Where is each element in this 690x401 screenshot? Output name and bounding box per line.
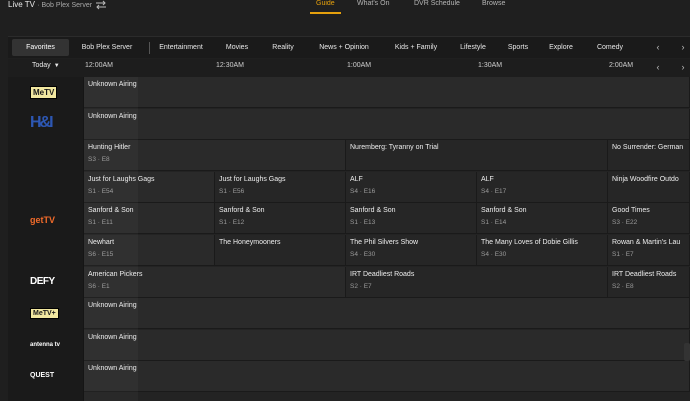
program-cell[interactable]: Unknown Airing	[84, 109, 690, 140]
program-cell[interactable]: The Honeymooners	[215, 235, 346, 266]
category-bob-plex-server[interactable]: Bob Plex Server	[70, 37, 144, 58]
program-cell[interactable]: No Surrender: German	[608, 140, 690, 171]
time-label: 2:00AM	[609, 62, 634, 69]
program-cell[interactable]: Just for Laughs Gags S1 · E54	[84, 172, 215, 203]
category-explore[interactable]: Explore	[544, 37, 578, 58]
category-news-opinion[interactable]: News + Opinion	[312, 37, 376, 58]
program-cell[interactable]: Sanford & Son S1 · E12	[215, 203, 346, 234]
program-cell[interactable]: Unknown Airing	[84, 330, 690, 361]
metv-plus-logo: MeTV+	[30, 308, 59, 319]
channel-row-hi[interactable]: H&I	[8, 109, 84, 140]
scrollbar-thumb[interactable]	[684, 343, 690, 361]
channel-row-gettv[interactable]: getTV	[8, 203, 84, 235]
program-cell[interactable]: ALF S4 · E17	[477, 172, 608, 203]
chevron-down-icon: ▼	[53, 63, 60, 69]
category-favorites[interactable]: Favorites	[12, 39, 69, 56]
channel-row-metv-plus[interactable]: MeTV+	[8, 298, 84, 330]
tab-dvr-schedule[interactable]: DVR Schedule	[414, 0, 460, 14]
category-sports[interactable]: Sports	[502, 37, 534, 58]
program-cell[interactable]: Sanford & Son S1 · E11	[84, 203, 215, 234]
tab-browse[interactable]: Browse	[482, 0, 505, 14]
time-label: 1:00AM	[347, 62, 372, 69]
program-cell[interactable]: Just for Laughs Gags S1 · E56	[215, 172, 346, 203]
app-title: Live TV · Bob Plex Server	[8, 0, 92, 9]
program-cell[interactable]: Nuremberg: Tyranny on Trial	[346, 140, 608, 171]
program-cell[interactable]: Hunting Hitler S3 · E8	[84, 140, 346, 171]
day-selector[interactable]: Today ▼	[32, 62, 60, 69]
category-lifestyle[interactable]: Lifestyle	[454, 37, 492, 58]
channel-row-quest[interactable]: QUEST	[8, 361, 84, 393]
category-entertainment[interactable]: Entertainment	[152, 37, 210, 58]
category-divider	[149, 42, 150, 54]
app-title-label: Live TV	[8, 0, 35, 9]
channel-row-metv[interactable]: MeTV	[8, 77, 84, 109]
category-next-icon[interactable]: ›	[678, 42, 688, 52]
category-movies[interactable]: Movies	[220, 37, 254, 58]
program-cell[interactable]: Sanford & Son S1 · E14	[477, 203, 608, 234]
program-cell[interactable]: IRT Deadliest Roads S2 · E7	[346, 267, 608, 298]
category-bar: Favorites Bob Plex Server Entertainment …	[8, 36, 690, 58]
program-cell[interactable]: IRT Deadliest Roads S2 · E8	[608, 267, 690, 298]
time-label: 12:00AM	[85, 62, 114, 69]
category-prev-icon[interactable]: ‹	[653, 42, 663, 52]
category-comedy[interactable]: Comedy	[590, 37, 630, 58]
hi-logo: H&I	[30, 114, 54, 131]
program-cell[interactable]: Sanford & Son S1 · E13	[346, 203, 477, 234]
program-cell[interactable]: Unknown Airing	[84, 77, 690, 108]
time-label: 12:30AM	[216, 62, 245, 69]
channel-column: MeTV H&I getTV DEFY MeTV+ antenna tv QUE…	[8, 77, 84, 401]
program-cell[interactable]: The Many Loves of Dobie Gillis S4 · E30	[477, 235, 608, 266]
antenna-tv-logo: antenna tv	[30, 342, 61, 348]
gettv-logo: getTV	[30, 215, 56, 225]
guide-grid: MeTV H&I getTV DEFY MeTV+ antenna tv QUE…	[8, 77, 690, 401]
swap-server-icon[interactable]	[95, 0, 107, 10]
program-cell[interactable]: American Pickers S6 · E1	[84, 267, 346, 298]
program-cell[interactable]: Rowan & Martin's Lau S1 · E7	[608, 235, 690, 266]
quest-logo: QUEST	[30, 372, 55, 379]
program-cell[interactable]: Unknown Airing	[84, 361, 690, 392]
program-cell[interactable]: Good Times S3 · E22	[608, 203, 690, 234]
time-prev-icon[interactable]: ‹	[653, 62, 663, 72]
program-cell[interactable]: Newhart S6 · E15	[84, 235, 215, 266]
tab-guide[interactable]: Guide	[310, 0, 341, 14]
program-cell[interactable]: The Phil Silvers Show S4 · E30	[346, 235, 477, 266]
category-kids-family[interactable]: Kids + Family	[388, 37, 444, 58]
channel-row-antenna-tv[interactable]: antenna tv	[8, 330, 84, 361]
program-cell[interactable]: Ninja Woodfire Outdo	[608, 172, 690, 203]
metv-logo: MeTV	[30, 86, 58, 99]
program-cell[interactable]: Unknown Airing	[84, 298, 690, 329]
time-label: 1:30AM	[478, 62, 503, 69]
channel-row-defy[interactable]: DEFY	[8, 267, 84, 298]
program-cell[interactable]: ALF S4 · E16	[346, 172, 477, 203]
server-label[interactable]: · Bob Plex Server	[37, 2, 92, 9]
defy-logo: DEFY	[30, 276, 55, 287]
category-reality[interactable]: Reality	[266, 37, 300, 58]
time-bar: Today ▼ 12:00AM 12:30AM 1:00AM 1:30AM 2:0…	[8, 59, 690, 77]
tab-whats-on[interactable]: What's On	[357, 0, 389, 14]
top-bar: Live TV · Bob Plex Server Guide What's O…	[0, 0, 690, 14]
time-next-icon[interactable]: ›	[678, 62, 688, 72]
